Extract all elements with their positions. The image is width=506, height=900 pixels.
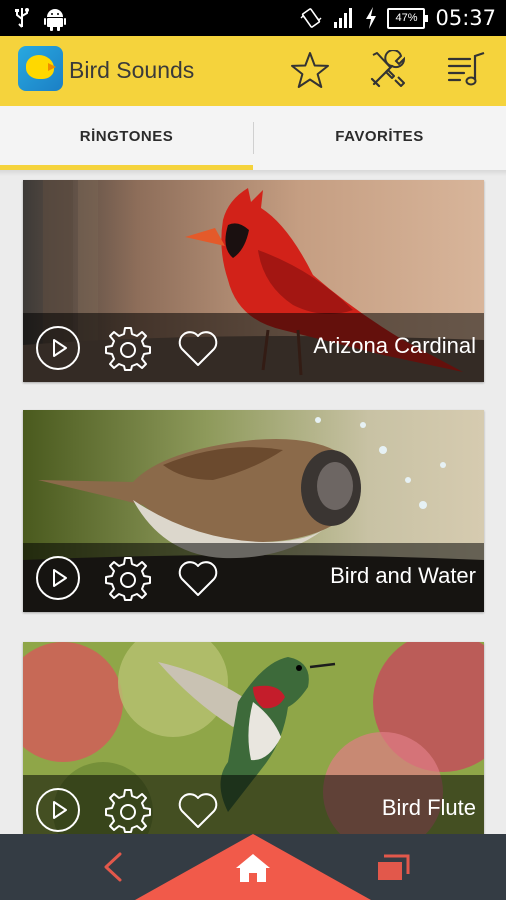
settings-gear-icon[interactable] bbox=[105, 325, 151, 371]
ringtone-card[interactable]: Bird and Water bbox=[23, 410, 484, 612]
recent-apps-icon[interactable] bbox=[376, 854, 410, 882]
playlist-icon[interactable] bbox=[446, 50, 486, 90]
ringtone-name: Bird Flute bbox=[381, 795, 476, 820]
player-controls: Arizona Cardinal bbox=[23, 313, 484, 382]
ringtone-name: Arizona Cardinal bbox=[313, 333, 476, 358]
status-bar: 47% 05:37 bbox=[0, 0, 506, 36]
play-icon[interactable] bbox=[35, 555, 81, 601]
tab-bar: RİNGTONES FAVORİTES bbox=[0, 106, 506, 176]
tools-icon[interactable] bbox=[368, 50, 408, 90]
ringtone-card[interactable]: Bird Flute bbox=[23, 642, 484, 844]
tab-ringtones[interactable]: RİNGTONES bbox=[0, 106, 253, 170]
app-bar: Bird Sounds bbox=[0, 36, 506, 106]
heart-icon[interactable] bbox=[175, 325, 221, 371]
status-time: 05:37 bbox=[435, 6, 496, 30]
play-icon[interactable] bbox=[35, 787, 81, 833]
settings-gear-icon[interactable] bbox=[105, 787, 151, 833]
home-button[interactable] bbox=[135, 834, 371, 900]
player-controls: Bird and Water bbox=[23, 543, 484, 612]
ringtone-card[interactable]: Arizona Cardinal bbox=[23, 180, 484, 382]
battery-icon: 47% bbox=[387, 7, 429, 29]
usb-icon bbox=[15, 8, 29, 28]
tab-favorites[interactable]: FAVORİTES bbox=[253, 106, 506, 170]
charging-icon bbox=[366, 7, 377, 29]
app-logo bbox=[18, 46, 63, 91]
ringtone-name: Bird and Water bbox=[330, 563, 476, 588]
android-icon bbox=[44, 9, 66, 31]
heart-icon[interactable] bbox=[175, 555, 221, 601]
app-title: Bird Sounds bbox=[69, 57, 195, 83]
signal-icon bbox=[334, 8, 353, 28]
heart-icon[interactable] bbox=[175, 787, 221, 833]
vibrate-icon bbox=[300, 8, 322, 28]
bottom-navigation bbox=[0, 834, 506, 900]
star-icon[interactable] bbox=[290, 50, 330, 90]
play-icon[interactable] bbox=[35, 325, 81, 371]
settings-gear-icon[interactable] bbox=[105, 555, 151, 601]
back-icon[interactable] bbox=[100, 852, 126, 882]
